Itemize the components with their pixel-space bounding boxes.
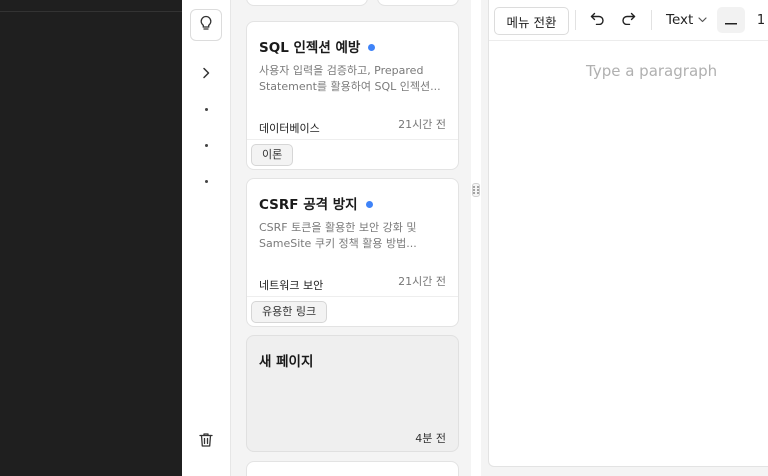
- page-card-title: 새 페이지: [259, 354, 314, 370]
- minus-icon: [725, 13, 737, 28]
- toolbar-divider: [651, 10, 652, 30]
- dot-icon: [204, 107, 208, 111]
- menu-toggle-button[interactable]: 메뉴 전환: [494, 7, 569, 35]
- page-card-tag[interactable]: 유용한 링크: [251, 301, 328, 323]
- trash-icon: [199, 432, 213, 452]
- drag-handle-icon[interactable]: [472, 183, 480, 197]
- page-list: SQL 인젝션 예방 사용자 입력을 검증하고, Prepared Statem…: [231, 0, 471, 476]
- chevron-right-icon: [201, 64, 211, 83]
- icon-rail: [182, 0, 231, 476]
- page-card[interactable]: CSRF 공격 방지 CSRF 토큰을 활용한 보안 강화 및 SameSite…: [246, 178, 459, 327]
- font-size-value[interactable]: 1: [749, 7, 768, 33]
- page-card-new[interactable]: 새 페이지 4분 전: [246, 335, 459, 452]
- page-card-category: 데이터베이스: [259, 122, 320, 135]
- card-divider: [247, 139, 458, 140]
- chevron-down-icon: [698, 17, 707, 23]
- rail-item-1[interactable]: [190, 97, 222, 121]
- rail-item-3[interactable]: [190, 169, 222, 193]
- page-card-description: CSRF 토큰을 활용한 보안 강화 및 SameSite 쿠키 정책 활용 방…: [259, 221, 417, 250]
- font-size-decrease-button[interactable]: [717, 7, 745, 33]
- unread-indicator: [368, 43, 376, 51]
- toolbar-divider: [575, 10, 576, 30]
- unread-indicator: [365, 200, 373, 208]
- page-card-time: 21시간 전: [398, 275, 446, 288]
- trash-button[interactable]: [190, 430, 222, 454]
- page-card[interactable]: SQL 인젝션 예방 사용자 입력을 검증하고, Prepared Statem…: [246, 21, 459, 170]
- undo-button[interactable]: [584, 7, 610, 33]
- page-card-title: CSRF 공격 방지: [259, 193, 373, 213]
- page-card-tag[interactable]: 이론: [251, 144, 294, 166]
- dot-icon: [204, 179, 208, 183]
- text-style-label: Text: [666, 12, 694, 28]
- redo-button[interactable]: [615, 7, 641, 33]
- page-card-time: 21시간 전: [398, 118, 446, 131]
- undo-icon: [590, 12, 605, 28]
- dark-panel-divider: [0, 11, 182, 12]
- page-card-time: 4분 전: [415, 432, 446, 445]
- lightbulb-button[interactable]: [190, 9, 222, 41]
- list-item-partial-top-right[interactable]: [377, 0, 459, 6]
- dark-side-panel: [0, 0, 182, 476]
- dot-icon: [204, 143, 208, 147]
- editor-toolbar: 메뉴 전환 Text 1: [489, 0, 768, 41]
- redo-icon: [621, 12, 636, 28]
- page-card-title: SQL 인젝션 예방: [259, 36, 376, 56]
- card-divider: [247, 296, 458, 297]
- text-style-select[interactable]: Text: [661, 7, 718, 33]
- list-item-partial-top[interactable]: [246, 0, 368, 6]
- page-card-description: 사용자 입력을 검증하고, Prepared Statement를 활용하여 S…: [259, 64, 441, 93]
- list-item-partial-bottom[interactable]: [246, 461, 459, 476]
- page-card-category: 네트워크 보안: [259, 279, 324, 292]
- rail-item-2[interactable]: [190, 133, 222, 157]
- editor-panel: 메뉴 전환 Text 1 Type a paragraph: [488, 0, 768, 467]
- expand-button[interactable]: [190, 61, 222, 85]
- lightbulb-icon: [199, 15, 213, 35]
- editor-placeholder[interactable]: Type a paragraph: [586, 62, 717, 80]
